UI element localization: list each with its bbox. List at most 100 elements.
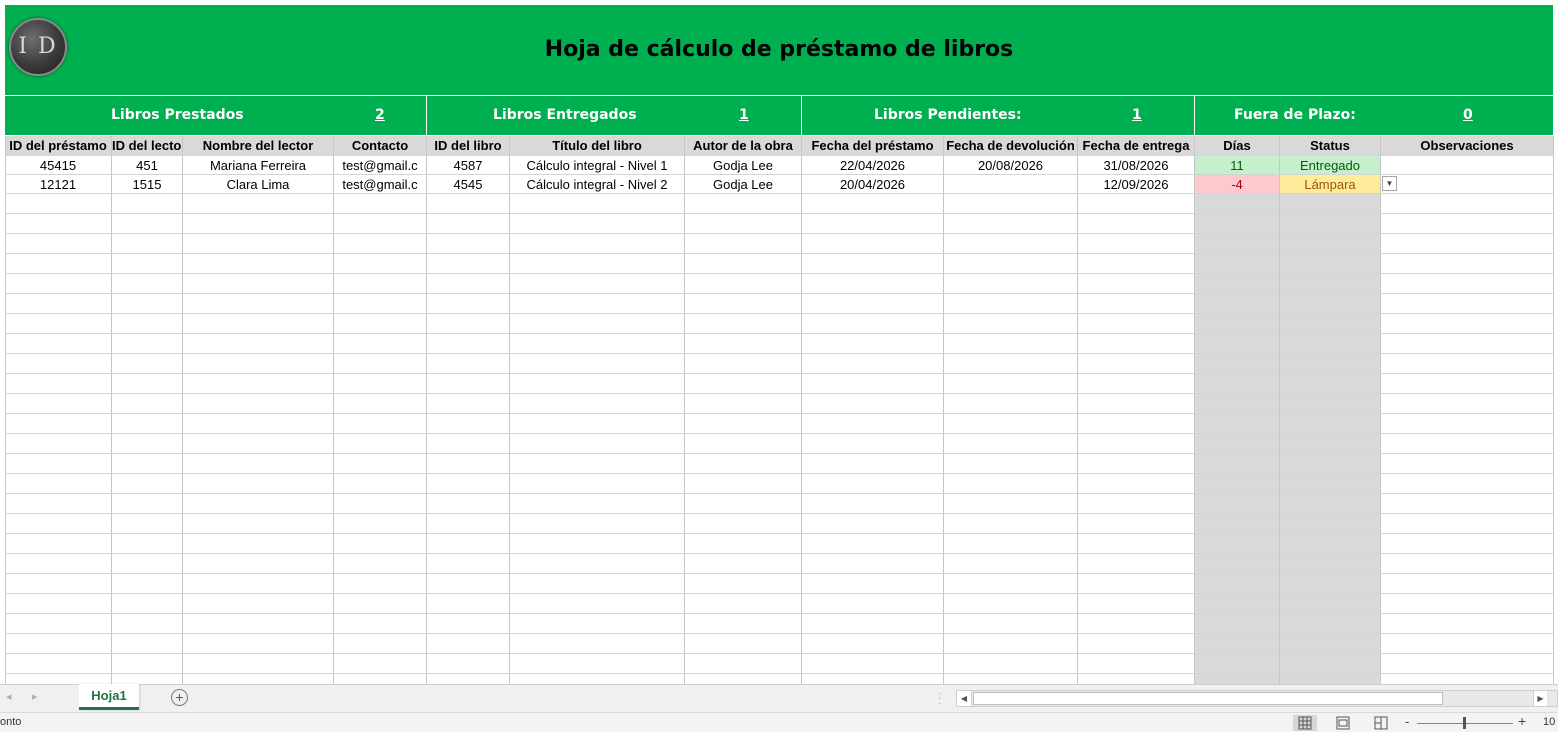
cell-reader-id[interactable]: 1515 bbox=[112, 175, 182, 194]
cell-reader-id[interactable]: 451 bbox=[112, 156, 182, 175]
grid-row-line bbox=[5, 393, 1553, 394]
grid-row-line bbox=[5, 553, 1553, 554]
cell-notes[interactable] bbox=[1381, 175, 1553, 194]
summary-band[interactable]: Libros Prestados 2 Libros Entregados 1 L… bbox=[5, 96, 1553, 135]
cell-return-date[interactable] bbox=[944, 175, 1077, 194]
col-header-author[interactable]: Autor de la obra bbox=[685, 136, 801, 155]
col-header-notes[interactable]: Observaciones bbox=[1381, 136, 1553, 155]
cell-author[interactable]: Godja Lee bbox=[685, 175, 801, 194]
stat-label-overdue: Fuera de Plazo: bbox=[1234, 107, 1356, 123]
triangle-left-icon[interactable]: ◂ bbox=[6, 690, 12, 703]
grid-row-line bbox=[5, 653, 1553, 654]
grid-column-line bbox=[1279, 136, 1280, 684]
status-dropdown-button[interactable]: ▼ bbox=[1382, 176, 1397, 191]
grid-row-line bbox=[5, 433, 1553, 434]
tab-split-handle[interactable]: · · · bbox=[938, 689, 941, 709]
zoom-slider-thumb[interactable] bbox=[1463, 717, 1466, 729]
cell-reader-name[interactable]: Mariana Ferreira bbox=[183, 156, 333, 175]
grid-row-line bbox=[5, 313, 1553, 314]
grid-column-line bbox=[801, 136, 802, 684]
col-header-loan-date[interactable]: Fecha del préstamo bbox=[802, 136, 943, 155]
stat-separator bbox=[426, 96, 427, 135]
grid-row-line bbox=[5, 573, 1553, 574]
cell-reader-name[interactable]: Clara Lima bbox=[183, 175, 333, 194]
col-header-loan-id[interactable]: ID del préstamo bbox=[5, 136, 111, 155]
grid-row-line bbox=[5, 293, 1553, 294]
cell-loan-date[interactable]: 20/04/2026 bbox=[802, 175, 943, 194]
grid-column-line bbox=[5, 136, 6, 684]
cell-status[interactable]: Entregado bbox=[1280, 156, 1380, 175]
cell-delivery-date[interactable]: 12/09/2026 bbox=[1078, 175, 1194, 194]
sheet-title: Hoja de cálculo de préstamo de libros bbox=[544, 37, 1014, 62]
cell-delivery-date[interactable]: 31/08/2026 bbox=[1078, 156, 1194, 175]
cell-days[interactable]: 11 bbox=[1195, 156, 1279, 175]
zoom-in-button[interactable]: + bbox=[1518, 713, 1526, 729]
triangle-right-icon[interactable]: ▸ bbox=[32, 690, 38, 703]
normal-view-icon[interactable] bbox=[1293, 715, 1317, 731]
cell-notes[interactable] bbox=[1381, 156, 1553, 175]
grid-row-line bbox=[5, 533, 1553, 534]
sheet-tab-bar: ◂ ▸ Hoja1 + · · · ◀ ▶ bbox=[0, 684, 1558, 712]
cell-days[interactable]: -4 bbox=[1195, 175, 1279, 194]
cell-loan-id[interactable]: 12121 bbox=[5, 175, 111, 194]
title-banner[interactable]: I D Hoja de cálculo de préstamo de libro… bbox=[5, 5, 1553, 95]
cell-contact[interactable]: test@gmail.c bbox=[334, 175, 426, 194]
stat-label-borrowed: Libros Prestados bbox=[111, 107, 244, 123]
cell-status[interactable]: Lámpara bbox=[1280, 175, 1380, 194]
cell-loan-id[interactable]: 45415 bbox=[5, 156, 111, 175]
stat-separator bbox=[801, 96, 802, 135]
status-column-fill bbox=[1280, 194, 1380, 684]
grid-row-line bbox=[5, 633, 1553, 634]
grid-row-line bbox=[5, 413, 1553, 414]
stat-value-pending[interactable]: 1 bbox=[1132, 96, 1142, 135]
grid-row-line bbox=[5, 593, 1553, 594]
stat-value-delivered[interactable]: 1 bbox=[739, 96, 749, 135]
grid-row-line bbox=[5, 193, 1553, 194]
col-header-delivery-date[interactable]: Fecha de entrega bbox=[1078, 136, 1194, 155]
scroll-right-icon[interactable]: ▶ bbox=[1533, 691, 1547, 706]
grid-row-line bbox=[5, 453, 1553, 454]
cell-book-id[interactable]: 4587 bbox=[427, 156, 509, 175]
scroll-left-icon[interactable]: ◀ bbox=[957, 691, 972, 706]
grid-row-line bbox=[5, 493, 1553, 494]
col-header-book-title[interactable]: Título del libro bbox=[510, 136, 684, 155]
zoom-out-button[interactable]: - bbox=[1405, 714, 1409, 729]
page-layout-icon[interactable] bbox=[1331, 715, 1355, 731]
stat-label-delivered: Libros Entregados bbox=[493, 107, 637, 123]
days-column-fill bbox=[1195, 194, 1279, 684]
col-header-return-date[interactable]: Fecha de devolución bbox=[944, 136, 1077, 155]
stat-value-borrowed[interactable]: 2 bbox=[375, 96, 385, 135]
grid-row-line bbox=[5, 333, 1553, 334]
col-header-days[interactable]: Días bbox=[1195, 136, 1279, 155]
col-header-reader-id[interactable]: ID del lector bbox=[112, 136, 182, 155]
grid-column-line bbox=[1553, 136, 1554, 684]
scrollbar-thumb[interactable] bbox=[973, 692, 1443, 705]
grid-row-line bbox=[5, 253, 1553, 254]
page-break-icon[interactable] bbox=[1369, 715, 1393, 731]
sheet-tab-hoja1[interactable]: Hoja1 bbox=[79, 684, 139, 710]
plus-circle-icon[interactable]: + bbox=[171, 689, 188, 706]
col-header-book-id[interactable]: ID del libro bbox=[427, 136, 509, 155]
grid-row-line bbox=[5, 174, 1553, 175]
grid-row-line bbox=[5, 353, 1553, 354]
grid-column-line bbox=[182, 136, 183, 684]
cell-book-id[interactable]: 4545 bbox=[427, 175, 509, 194]
zoom-level[interactable]: 10 bbox=[1543, 716, 1555, 728]
cell-return-date[interactable]: 20/08/2026 bbox=[944, 156, 1077, 175]
cell-book-title[interactable]: Cálculo integral - Nivel 1 bbox=[510, 156, 684, 175]
chevron-down-icon: ▼ bbox=[1385, 179, 1394, 188]
spreadsheet-grid[interactable]: I D Hoja de cálculo de préstamo de libro… bbox=[0, 0, 1558, 684]
col-header-status[interactable]: Status bbox=[1280, 136, 1380, 155]
horizontal-scrollbar[interactable]: ◀ ▶ bbox=[956, 690, 1558, 707]
col-header-contact[interactable]: Contacto bbox=[334, 136, 426, 155]
cell-author[interactable]: Godja Lee bbox=[685, 156, 801, 175]
grid-row-line bbox=[5, 373, 1553, 374]
col-header-reader-name[interactable]: Nombre del lector bbox=[183, 136, 333, 155]
status-bar: onto - + 10 bbox=[0, 712, 1558, 732]
stat-value-overdue[interactable]: 0 bbox=[1463, 96, 1473, 135]
cell-loan-date[interactable]: 22/04/2026 bbox=[802, 156, 943, 175]
cell-book-title[interactable]: Cálculo integral - Nivel 2 bbox=[510, 175, 684, 194]
grid-row-line bbox=[5, 213, 1553, 214]
cell-contact[interactable]: test@gmail.c bbox=[334, 156, 426, 175]
status-ready-text: onto bbox=[0, 716, 22, 728]
